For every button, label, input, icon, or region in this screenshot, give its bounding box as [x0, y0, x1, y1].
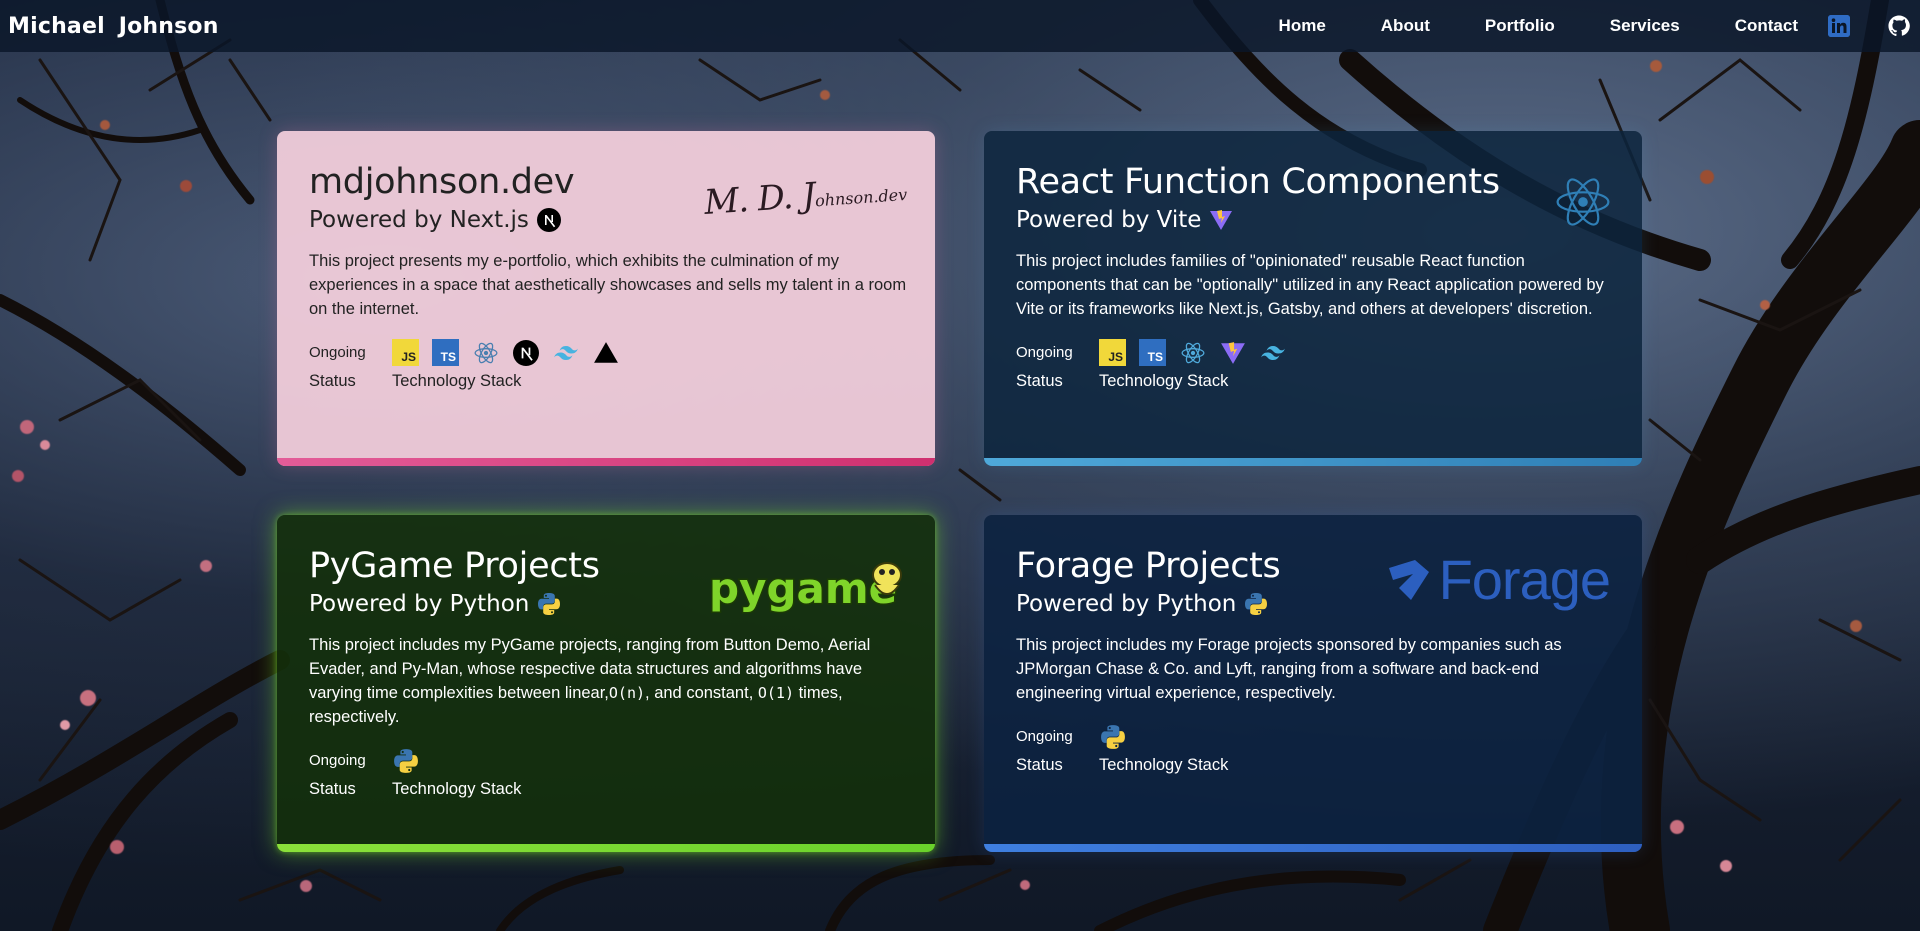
project-card-forage[interactable]: Forage Forage Projects Powered by Python… [984, 515, 1642, 852]
card-meta: Ongoing JS TS Status Technology Stack [309, 339, 903, 391]
nav-link-home[interactable]: Home [1279, 16, 1326, 36]
status-label: Status [1016, 756, 1063, 774]
card-subtitle-text: Powered by Python [1016, 591, 1237, 617]
python-icon [1244, 592, 1268, 616]
brand-name[interactable]: Michael Johnson [8, 14, 219, 39]
tailwind-icon [552, 339, 579, 366]
card-title: React Function Components [1016, 162, 1500, 202]
card-description: This project includes my PyGame projects… [309, 633, 909, 729]
vite-icon [1219, 339, 1246, 366]
vite-icon [1209, 208, 1233, 232]
github-icon[interactable] [1888, 15, 1910, 37]
javascript-icon: JS [1099, 339, 1126, 366]
status-value: Ongoing [1016, 728, 1073, 745]
tech-stack [1099, 723, 1610, 750]
card-description: This project includes my Forage projects… [1016, 636, 1562, 702]
card-subtitle-text: Powered by Vite [1016, 207, 1202, 233]
status-value: Ongoing [1016, 344, 1073, 361]
card-accent-bar [984, 844, 1642, 852]
status-label: Status [309, 780, 356, 798]
nav-link-contact[interactable]: Contact [1735, 16, 1798, 36]
card-description: This project presents my e-portfolio, wh… [309, 252, 907, 318]
javascript-icon: JS [392, 339, 419, 366]
tech-stack: JS TS [392, 339, 903, 366]
nav-links: Home About Portfolio Services Contact [1279, 0, 1920, 52]
card-subtitle-text: Powered by Python [309, 591, 530, 617]
card-accent-bar [277, 458, 935, 466]
big-o-constant: O(1) [757, 684, 794, 702]
card-description-text-2: , and constant, [645, 684, 758, 702]
card-subtitle: Powered by Vite [1016, 205, 1610, 235]
stack-label: Technology Stack [1099, 756, 1229, 774]
top-nav: Michael Johnson Home About Portfolio Ser… [0, 0, 1920, 52]
card-meta: Ongoing JS TS Status Technology Stack [1016, 339, 1610, 391]
stack-label: Technology Stack [392, 372, 522, 390]
tech-stack [392, 747, 903, 774]
status-value: Ongoing [309, 752, 366, 769]
typescript-icon: TS [432, 339, 459, 366]
stack-label: Technology Stack [392, 780, 522, 798]
forage-logo-text: Forage [1438, 548, 1611, 611]
stack-label: Technology Stack [1099, 372, 1229, 390]
project-card-react-components[interactable]: React Function Components Powered by Vit… [984, 131, 1642, 466]
typescript-icon: TS [1139, 339, 1166, 366]
linkedin-icon[interactable] [1828, 15, 1850, 37]
tailwind-icon [1259, 339, 1286, 366]
react-icon [1179, 339, 1206, 366]
nextjs-icon [536, 208, 561, 232]
card-accent-bar [277, 844, 935, 852]
status-label: Status [309, 372, 356, 390]
status-label: Status [1016, 372, 1063, 390]
card-meta: Ongoing Status Technology Stack [309, 747, 903, 799]
nav-link-services[interactable]: Services [1610, 16, 1680, 36]
nav-link-about[interactable]: About [1381, 16, 1430, 36]
card-accent-bar [984, 458, 1642, 466]
react-logo [1554, 173, 1612, 235]
python-icon [392, 747, 419, 774]
nav-link-portfolio[interactable]: Portfolio [1485, 16, 1555, 36]
pygame-logo: pygame [705, 555, 905, 621]
nextjs-icon [512, 339, 539, 366]
forage-logo: Forage [1385, 547, 1611, 612]
svg-text:pygame: pygame [709, 564, 897, 613]
vercel-icon [592, 339, 619, 366]
project-card-pygame[interactable]: pygame PyGame Projects Powered by Python… [277, 515, 935, 852]
tech-stack: JS TS [1099, 339, 1610, 366]
card-meta: Ongoing Status Technology Stack [1016, 723, 1610, 775]
react-icon [472, 339, 499, 366]
project-card-mdjohnson[interactable]: M. D. Johnson.dev mdjohnson.dev Powered … [277, 131, 935, 466]
card-subtitle-text: Powered by Next.js [309, 207, 529, 233]
python-icon [1099, 723, 1126, 750]
status-value: Ongoing [309, 344, 366, 361]
big-o-linear: O(n) [608, 684, 646, 702]
python-icon [537, 592, 561, 616]
card-description: This project includes families of "opini… [1016, 252, 1604, 318]
